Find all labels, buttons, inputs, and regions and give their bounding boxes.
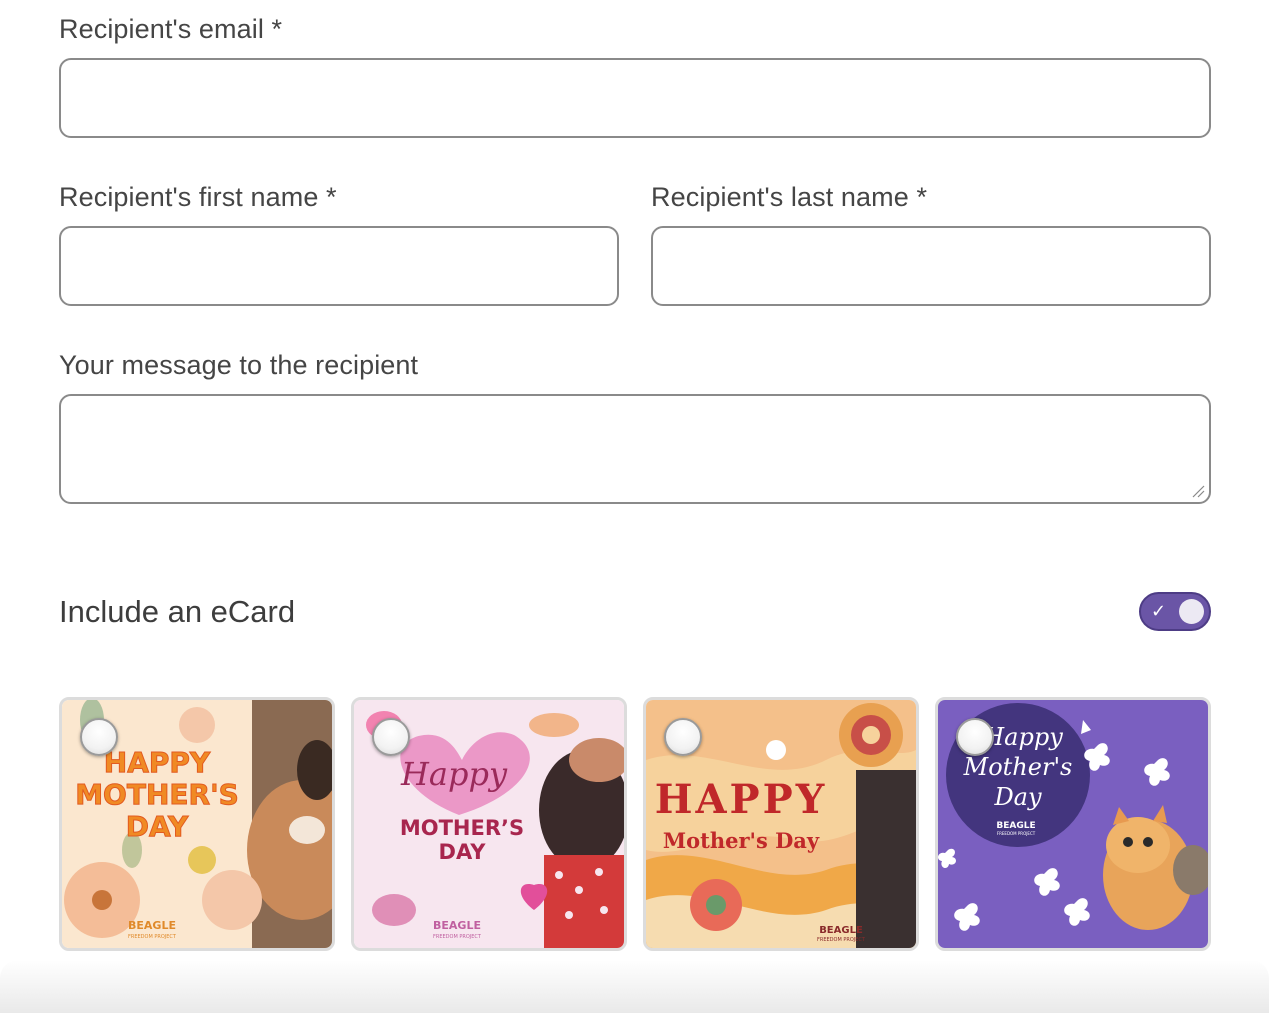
first-name-label: Recipient's first name * [59, 182, 337, 212]
card1-brand: BEAGLE [128, 919, 176, 932]
card3-line1: HAPPY [655, 776, 828, 823]
card3-brand: BEAGLE [819, 925, 863, 936]
first-name-field[interactable] [61, 228, 617, 304]
ecard-radio-2[interactable] [372, 718, 410, 756]
card4-brand-sub: FREEDOM PROJECT [997, 831, 1036, 836]
message-field-wrapper [59, 394, 1211, 504]
ecard-option-1[interactable]: HAPPY MOTHER'S DAY BEAGLE FREEDOM PROJEC… [59, 697, 335, 951]
card2-line2: MOTHER’S [400, 816, 524, 840]
last-name-label: Recipient's last name * [651, 182, 928, 212]
email-field[interactable] [61, 60, 1209, 136]
message-label: Your message to the recipient [59, 350, 419, 380]
card3-brand-sub: FREEDOM PROJECT [817, 937, 866, 943]
card4-line3: Day [993, 783, 1042, 811]
email-field-wrapper [59, 58, 1211, 138]
ecard-option-4[interactable]: Happy Mother's Day BEAGLE FREEDOM PROJEC… [935, 697, 1211, 951]
ecard-toggle[interactable]: ✓ [1139, 592, 1211, 631]
last-name-field[interactable] [653, 228, 1209, 304]
bottom-panel-edge [0, 960, 1269, 1013]
resize-grip-icon[interactable] [1191, 484, 1205, 498]
email-label: Recipient's email * [59, 14, 283, 44]
card2-line1: Happy [400, 755, 508, 793]
last-name-field-wrapper [651, 226, 1211, 306]
message-textarea[interactable] [61, 396, 1209, 502]
ecard-radio-3[interactable] [664, 718, 702, 756]
card1-brand-sub: FREEDOM PROJECT [128, 934, 177, 940]
card1-line3: DAY [126, 810, 189, 843]
card3-line2: Mother's Day [663, 828, 820, 853]
ecard-section-title: Include an eCard [59, 594, 296, 629]
card1-line2: MOTHER'S [75, 778, 239, 811]
card2-brand-sub: FREEDOM PROJECT [433, 934, 482, 940]
ecard-radio-1[interactable] [80, 718, 118, 756]
ecard-radio-4[interactable] [956, 718, 994, 756]
ecard-option-2[interactable]: Happy MOTHER’S DAY BEAGLE FREEDOM PROJEC… [351, 697, 627, 951]
card1-line1: HAPPY [104, 746, 211, 779]
toggle-knob [1179, 599, 1204, 624]
first-name-field-wrapper [59, 226, 619, 306]
card4-line1: Happy [982, 723, 1063, 751]
ecard-option-3[interactable]: HAPPY Mother's Day BEAGLE FREEDOM PROJEC… [643, 697, 919, 951]
card2-brand: BEAGLE [433, 919, 481, 932]
check-icon: ✓ [1151, 601, 1167, 622]
card4-brand: BEAGLE [996, 821, 1035, 831]
card4-line2: Mother's [963, 753, 1073, 781]
card2-line3: DAY [439, 840, 487, 864]
